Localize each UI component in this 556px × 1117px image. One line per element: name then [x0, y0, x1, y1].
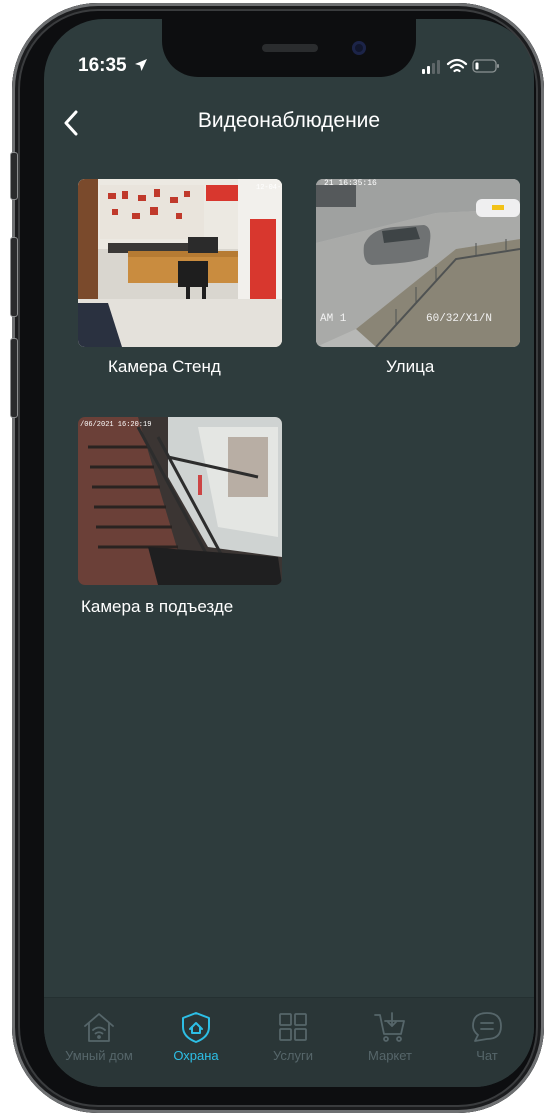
camera-label-street: Улица: [386, 357, 435, 376]
tab-services[interactable]: Услуги: [253, 1010, 333, 1063]
camera-tile-stend[interactable]: 12-04-20: [78, 179, 282, 347]
volume-down-button: [10, 338, 18, 418]
tab-label: Услуги: [273, 1048, 313, 1063]
grid-icon: [279, 1013, 307, 1041]
camera-label-entrance: Камера в подъезде: [81, 597, 234, 616]
tab-label: Умный дом: [65, 1048, 133, 1063]
shield-home-icon: [182, 1012, 210, 1043]
mute-switch: [10, 152, 18, 200]
camera-thumbnail-entrance: /06/2021 16:20:19: [78, 417, 282, 585]
thumbnail-stream-overlay: 60/32/X1/N: [426, 313, 492, 325]
speaker-grille: [262, 44, 318, 52]
thumbnail-channel-overlay: AM 1: [320, 313, 347, 325]
tab-label: Маркет: [367, 1048, 413, 1063]
tab-label: Охрана: [173, 1048, 219, 1063]
home-wifi-icon: [84, 1013, 114, 1042]
battery-icon: [472, 59, 499, 73]
signal-icon: [422, 60, 440, 74]
camera-tile-street[interactable]: 21 16:35:16 AM 1 60/32/X1/N: [316, 179, 520, 347]
tab-chat[interactable]: Чат: [447, 1010, 527, 1063]
wifi-icon: [446, 58, 468, 73]
camera-thumbnail-stend: 12-04-20: [78, 179, 282, 347]
page-title: Видеонаблюдение: [197, 109, 381, 132]
bottom-tab-bar: Умный дом Охрана Услуги Маркет Чат: [44, 997, 534, 1087]
tab-label: Чат: [476, 1048, 498, 1063]
camera-thumbnail-street: 21 16:35:16 AM 1 60/32/X1/N: [316, 179, 520, 347]
front-camera: [352, 41, 366, 55]
notch: [162, 19, 416, 77]
chat-bubble-icon: [472, 1012, 502, 1042]
status-icons: [422, 58, 499, 74]
tab-smart-home[interactable]: Умный дом: [59, 1010, 139, 1063]
app-screen: 16:35 Видеонаблюдение 12-04- Камера Стен…: [44, 19, 534, 1087]
volume-up-button: [10, 237, 18, 317]
tab-security[interactable]: Охрана: [156, 1010, 236, 1063]
camera-tile-entrance[interactable]: /06/2021 16:20:19: [78, 417, 282, 585]
cart-icon: [374, 1012, 405, 1042]
thumbnail-timestamp: /06/2021 16:20:19: [80, 421, 151, 429]
status-time: 16:35: [78, 55, 148, 77]
camera-label-stend: Камера Стенд: [108, 357, 221, 376]
thumbnail-date-overlay: 21 16:35:16: [324, 179, 377, 188]
tab-market[interactable]: Маркет: [350, 1010, 430, 1063]
thumbnail-timestamp: 12-04-20: [256, 184, 282, 192]
location-arrow-icon: [134, 59, 147, 71]
